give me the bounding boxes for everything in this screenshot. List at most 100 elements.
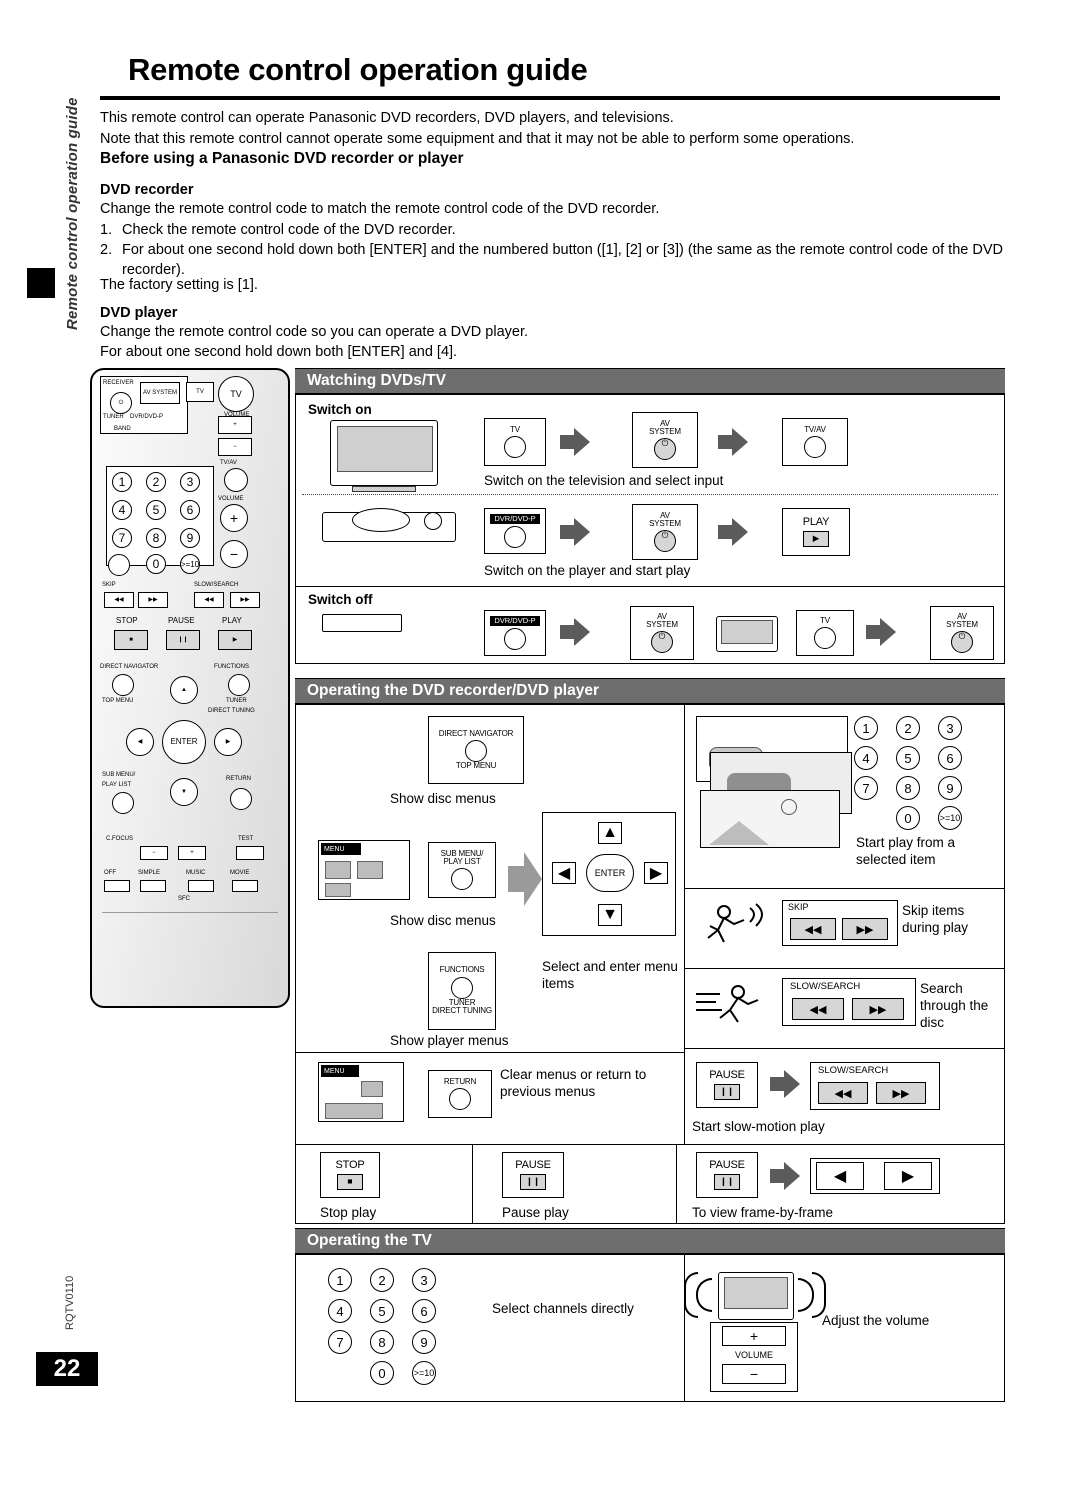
row-divider [302,494,998,495]
key-5[interactable]: 5 [146,500,166,520]
key-av-system-3-label: AV SYSTEM [646,611,678,629]
test-button[interactable] [236,846,264,860]
key-over-10[interactable]: >=10 [180,554,200,574]
play-button[interactable]: ▶ [218,630,252,650]
dvd-player-pictogram-small [322,614,402,632]
row-divider [296,586,1004,587]
key-dvr-dvdp-3: DVR/DVD-P [484,610,546,656]
music-label: MUSIC [186,870,206,876]
key-2[interactable]: 2 [146,472,166,492]
enter-button[interactable]: ENTER [162,720,206,764]
volume-down-round-button[interactable]: − [220,540,248,568]
key-7[interactable]: 7 [112,528,132,548]
return-button[interactable] [230,788,252,810]
cursor-left-button[interactable]: ◀ [126,728,154,756]
recorder-steps: 1. Check the remote control code of the … [100,220,1005,280]
dpad-down: ▼ [598,904,622,926]
cursor-down-button[interactable]: ▼ [170,778,198,806]
tv-pad-key-7: 7 [328,1330,352,1354]
numeric-pad-illustration-1: 1 2 3 4 5 6 7 8 9 0 >=10 [852,716,992,830]
pad-key-over10: >=10 [938,806,962,830]
key-top-menu-label: TOP MENU [455,761,497,770]
key-tv-av-label: TV/AV [804,424,826,434]
tv-label: TV [196,389,204,395]
tv-screen-2 [724,1277,788,1309]
direct-tuning-label: DIRECT TUNING [208,708,255,714]
before-using-heading: Before using a Panasonic DVD recorder or… [100,150,464,167]
key-av-system-3-circle: ⏻ [651,631,673,654]
key-dvr-dvdp-3-circle [504,628,526,651]
running-fast-figure-svg [696,985,759,1023]
slow-motion-caption: Start slow-motion play [692,1119,825,1134]
pad-key-3: 3 [938,716,962,740]
sub-menu-button[interactable] [112,792,134,814]
key-9[interactable]: 9 [180,528,200,548]
pad-key-7: 7 [854,776,878,800]
volume-up-button[interactable]: + [218,416,252,434]
switch-on-label: Switch on [308,402,372,417]
tv-button[interactable]: TV [186,382,214,402]
sound-wave-left-2 [684,1272,698,1318]
menu-bar-label-2: MENU [321,1065,359,1077]
simple-button[interactable] [140,880,166,892]
row-divider [685,1048,1004,1049]
power-button[interactable]: ⏻ [110,392,132,414]
row-divider [685,888,1004,889]
tv-pad-key-8: 8 [370,1330,394,1354]
pause-button[interactable]: ❙❙ [166,630,200,650]
key-6[interactable]: 6 [180,500,200,520]
movie-button[interactable] [232,880,258,892]
pad-key-8: 8 [896,776,920,800]
key-tv-av: TV/AV [782,418,848,466]
running-person-icon-2 [694,980,774,1028]
c-focus-minus-button[interactable]: − [140,846,168,860]
c-focus-plus-button[interactable]: + [178,846,206,860]
key-4[interactable]: 4 [112,500,132,520]
search-back-button[interactable]: ◀◀ [194,592,224,608]
play-label: PLAY [222,616,242,625]
flow-arrow [718,428,748,456]
music-button[interactable] [188,880,214,892]
key-tv-label: TV [510,424,520,434]
movie-label: MOVIE [230,870,250,876]
key-pause-2-label: PAUSE [709,1159,745,1172]
flow-arrow-large [508,852,542,906]
key-3[interactable]: 3 [180,472,200,492]
cursor-up-button[interactable]: ▲ [170,676,198,704]
key-0[interactable]: 0 [146,554,166,574]
cursor-right-button[interactable]: ▶ [214,728,242,756]
direct-navigator-button[interactable] [112,674,134,696]
key-pause-2-glyph: ❙❙ [714,1173,740,1190]
key-1[interactable]: 1 [112,472,132,492]
tv-power-button[interactable]: TV [218,376,254,412]
slow-search-label-2: SLOW/SEARCH [818,1065,889,1076]
functions-button[interactable] [228,674,250,696]
key-8[interactable]: 8 [146,528,166,548]
key-av-system-4-label: AV SYSTEM [946,611,978,629]
volume-key-label: VOLUME [734,1350,773,1360]
tv-stand [352,486,416,492]
off-button[interactable] [104,880,130,892]
operating-dvd-heading: Operating the DVD recorder/DVD player [295,678,1005,704]
pad-key-2: 2 [896,716,920,740]
search-forward-button[interactable]: ▶▶ [230,592,260,608]
volume-up-round-button[interactable]: + [220,504,248,532]
row-divider [296,1144,1004,1145]
volume-down-button[interactable]: − [218,438,252,456]
stop-button[interactable]: ■ [114,630,148,650]
television-pictogram-2 [718,1272,794,1320]
key-pause-3: PAUSE ❙❙ [696,1062,758,1108]
skip-back-glyph: ◀◀ [790,918,836,940]
skip-back-button[interactable]: ◀◀ [104,592,134,608]
tv-av-label: TV/AV [220,460,237,466]
return-label: RETURN [226,776,251,782]
skip-forward-button[interactable]: ▶▶ [138,592,168,608]
menu-cell [357,861,383,879]
extra-round-button[interactable] [108,554,130,576]
dvd-recorder-text: Change the remote control code to match … [100,201,660,217]
key-pause: PAUSE ❙❙ [502,1152,564,1198]
tv-av-button[interactable] [224,468,248,492]
col-divider [676,1144,677,1224]
flow-arrow [866,618,896,646]
av-system-button[interactable]: AV SYSTEM [140,382,180,404]
